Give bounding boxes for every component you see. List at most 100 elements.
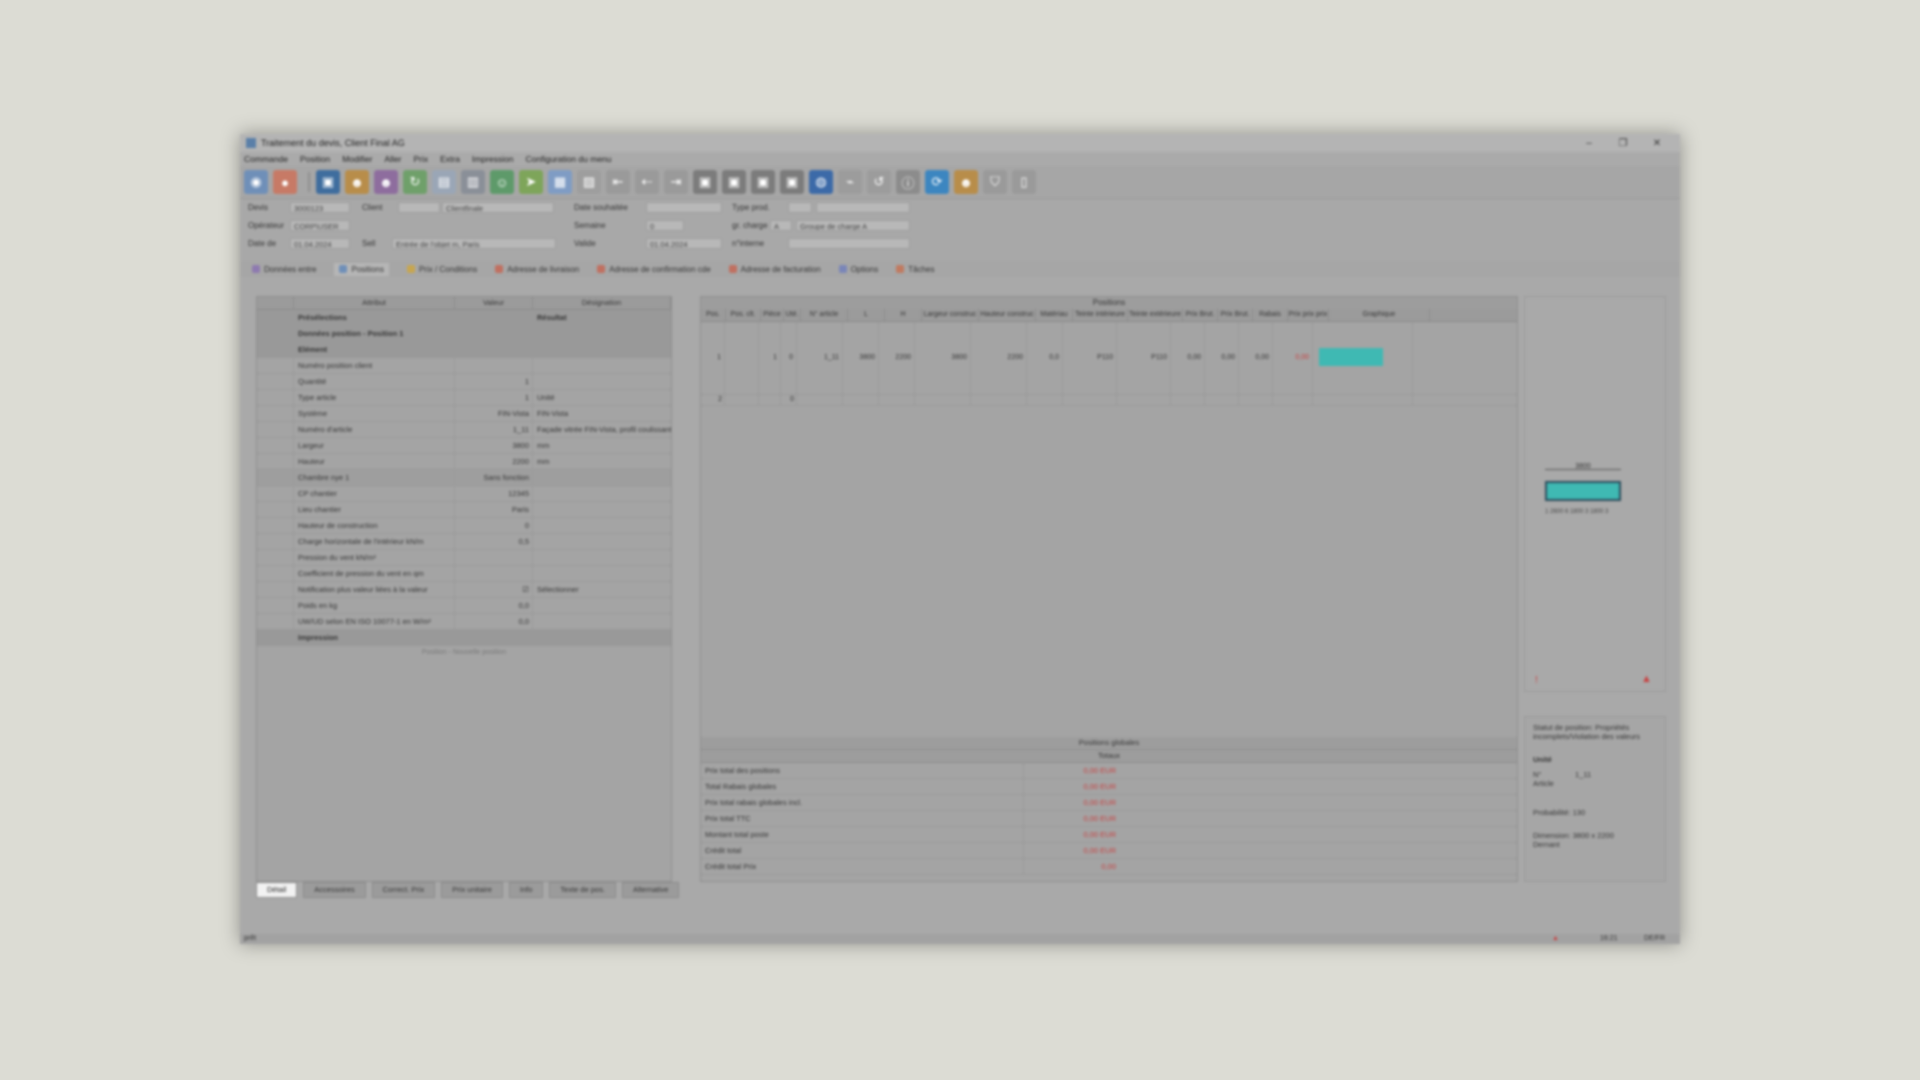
column-header[interactable]: Prix Brut. — [1218, 309, 1253, 321]
window-graphic[interactable] — [1545, 481, 1621, 501]
attribute-value[interactable]: 1_11 — [455, 422, 533, 437]
warning-pin-icon[interactable]: ! — [1535, 675, 1538, 686]
attribute-row[interactable]: Coefficient de pression du vent en qm — [257, 566, 671, 582]
attribute-value[interactable] — [455, 566, 533, 581]
column-header[interactable]: Rabais — [1253, 309, 1288, 321]
column-header[interactable]: Uté. — [784, 309, 801, 321]
attribute-value[interactable] — [455, 358, 533, 373]
attribute-row[interactable]: Numéro position client — [257, 358, 671, 374]
first-icon[interactable]: ⇤ — [606, 170, 630, 194]
tab-correct-prix[interactable]: Correct. Prix — [371, 882, 436, 898]
attribute-value[interactable]: ☑ — [455, 582, 533, 597]
print-icon[interactable]: ▥ — [461, 170, 485, 194]
users-icon[interactable]: ☻ — [345, 170, 369, 194]
attribute-value[interactable]: 0,0 — [455, 598, 533, 613]
attribute-row[interactable]: Elément — [257, 342, 671, 358]
attribute-row[interactable]: Présélections Résultat — [257, 310, 671, 326]
copy-icon[interactable]: ▣ — [693, 170, 717, 194]
calc-icon[interactable]: ▨ — [577, 170, 601, 194]
menu-modifier[interactable]: Modifier — [342, 154, 372, 164]
attribute-row[interactable]: CP chantier 12345 — [257, 486, 671, 502]
menu-extra[interactable]: Extra — [440, 154, 460, 164]
minimize-button[interactable]: – — [1572, 138, 1606, 149]
people-icon[interactable]: ☺ — [490, 170, 514, 194]
prev-icon[interactable]: ⇠ — [635, 170, 659, 194]
attribute-value[interactable]: 2200 — [455, 454, 533, 469]
undo-icon[interactable]: ↺ — [867, 170, 891, 194]
tab-texte-pos[interactable]: Texte de pos. — [549, 882, 617, 898]
stop-icon[interactable]: ● — [273, 170, 297, 194]
menu-aller[interactable]: Aller — [384, 154, 401, 164]
attribute-row[interactable]: Poids en kg 0,0 — [257, 598, 671, 614]
column-header[interactable]: Graphique — [1329, 309, 1430, 321]
attribute-value[interactable]: 0,5 — [455, 534, 533, 549]
column-header[interactable]: Prix Brut. — [1183, 309, 1218, 321]
document-icon[interactable]: ▤ — [432, 170, 456, 194]
devis-field[interactable]: 3000123 — [290, 202, 350, 213]
list-icon[interactable]: ▣ — [780, 170, 804, 194]
refresh-icon[interactable]: ↻ — [403, 170, 427, 194]
attribute-row[interactable]: Largeur 3800 mm — [257, 438, 671, 454]
attribute-row[interactable]: Charge horizontale de l'intérieur kN/m 0,… — [257, 534, 671, 550]
column-header[interactable]: Pos. clt. — [726, 309, 761, 321]
back-icon[interactable]: ◉ — [244, 170, 268, 194]
attribute-value[interactable]: Sans fonction — [455, 470, 533, 485]
group-icon[interactable]: ☻ — [374, 170, 398, 194]
attribute-row[interactable]: UW/UD selon EN ISO 10077-1 en W/m² 0,0 — [257, 614, 671, 630]
n-interne-field[interactable] — [788, 238, 910, 249]
attribute-value[interactable]: 1 — [455, 374, 533, 389]
sync-icon[interactable]: ⟳ — [925, 170, 949, 194]
attribute-row[interactable]: Pression du vent kN/m² — [257, 550, 671, 566]
semaine-field[interactable]: 0 — [646, 220, 684, 231]
column-header[interactable]: N° article — [801, 309, 848, 321]
attribute-value[interactable]: 1 — [455, 390, 533, 405]
column-header[interactable]: Largeur construc — [922, 309, 979, 321]
positions-globales-bar[interactable]: Positions globales — [701, 737, 1517, 750]
attribute-row[interactable]: Système FIN-Vista FIN-Vista — [257, 406, 671, 422]
date-field[interactable]: 01.04.2024 — [290, 238, 350, 249]
menu-impression[interactable]: Impression — [472, 154, 514, 164]
attribute-row[interactable]: Quantité 1 — [257, 374, 671, 390]
attribute-row[interactable]: Hauteur de construction 0 — [257, 518, 671, 534]
attribute-value[interactable] — [455, 342, 533, 357]
attribute-value[interactable]: 0,0 — [455, 614, 533, 629]
client-field[interactable]: Clientfinale — [442, 202, 554, 213]
attribute-value[interactable] — [455, 550, 533, 565]
column-header[interactable]: Hauteur construc — [979, 309, 1036, 321]
date-souhaitee-field[interactable] — [646, 202, 722, 213]
attribute-row[interactable]: Notification plus valeur liées à la vale… — [257, 582, 671, 598]
column-header[interactable]: Matériau — [1036, 309, 1073, 321]
valide-field[interactable]: 01.04.2024 — [646, 238, 722, 249]
column-header[interactable]: L — [848, 309, 885, 321]
type-prod-field[interactable] — [788, 202, 812, 213]
attribute-value[interactable] — [455, 326, 533, 341]
warning-icon[interactable]: ▲ — [1641, 673, 1652, 685]
window-icon[interactable]: ▦ — [548, 170, 572, 194]
filter-icon[interactable]: ⛉ — [983, 170, 1007, 194]
globe-icon[interactable]: ◍ — [809, 170, 833, 194]
column-header[interactable]: Pièce — [761, 309, 784, 321]
menu-prix[interactable]: Prix — [413, 154, 428, 164]
attribute-value[interactable]: 3800 — [455, 438, 533, 453]
next-icon[interactable]: ⇥ — [664, 170, 688, 194]
tab-positions[interactable]: Positions — [334, 262, 389, 276]
column-header[interactable]: Teinte extérieure — [1128, 309, 1183, 321]
column-header[interactable]: Pos. — [701, 309, 726, 321]
attribute-value[interactable]: 12345 — [455, 486, 533, 501]
tab-accessoires[interactable]: Accessoires — [303, 882, 366, 898]
close-button[interactable]: ✕ — [1640, 138, 1674, 149]
gr-charge-field[interactable]: A — [770, 220, 792, 231]
menu-position[interactable]: Position — [300, 154, 330, 164]
attribute-row[interactable]: Type article 1 Unité — [257, 390, 671, 406]
menu-commande[interactable]: Commande — [244, 154, 288, 164]
client-code-field[interactable] — [398, 202, 440, 213]
operateur-field[interactable]: CORP\USER — [290, 220, 350, 231]
tab-livraison[interactable]: Adresse de livraison — [495, 265, 579, 274]
attribute-row[interactable]: Impression — [257, 630, 671, 646]
attribute-row[interactable]: Lieu chantier Paris — [257, 502, 671, 518]
attribute-row[interactable]: Hauteur 2200 mm — [257, 454, 671, 470]
tag-icon[interactable]: ➤ — [519, 170, 543, 194]
attribute-row[interactable]: Numéro d'article 1_11 Façade vitrée FIN-Vi… — [257, 422, 671, 438]
tab-options[interactable]: Options — [838, 265, 878, 274]
window-thumbnail[interactable] — [1319, 348, 1383, 366]
